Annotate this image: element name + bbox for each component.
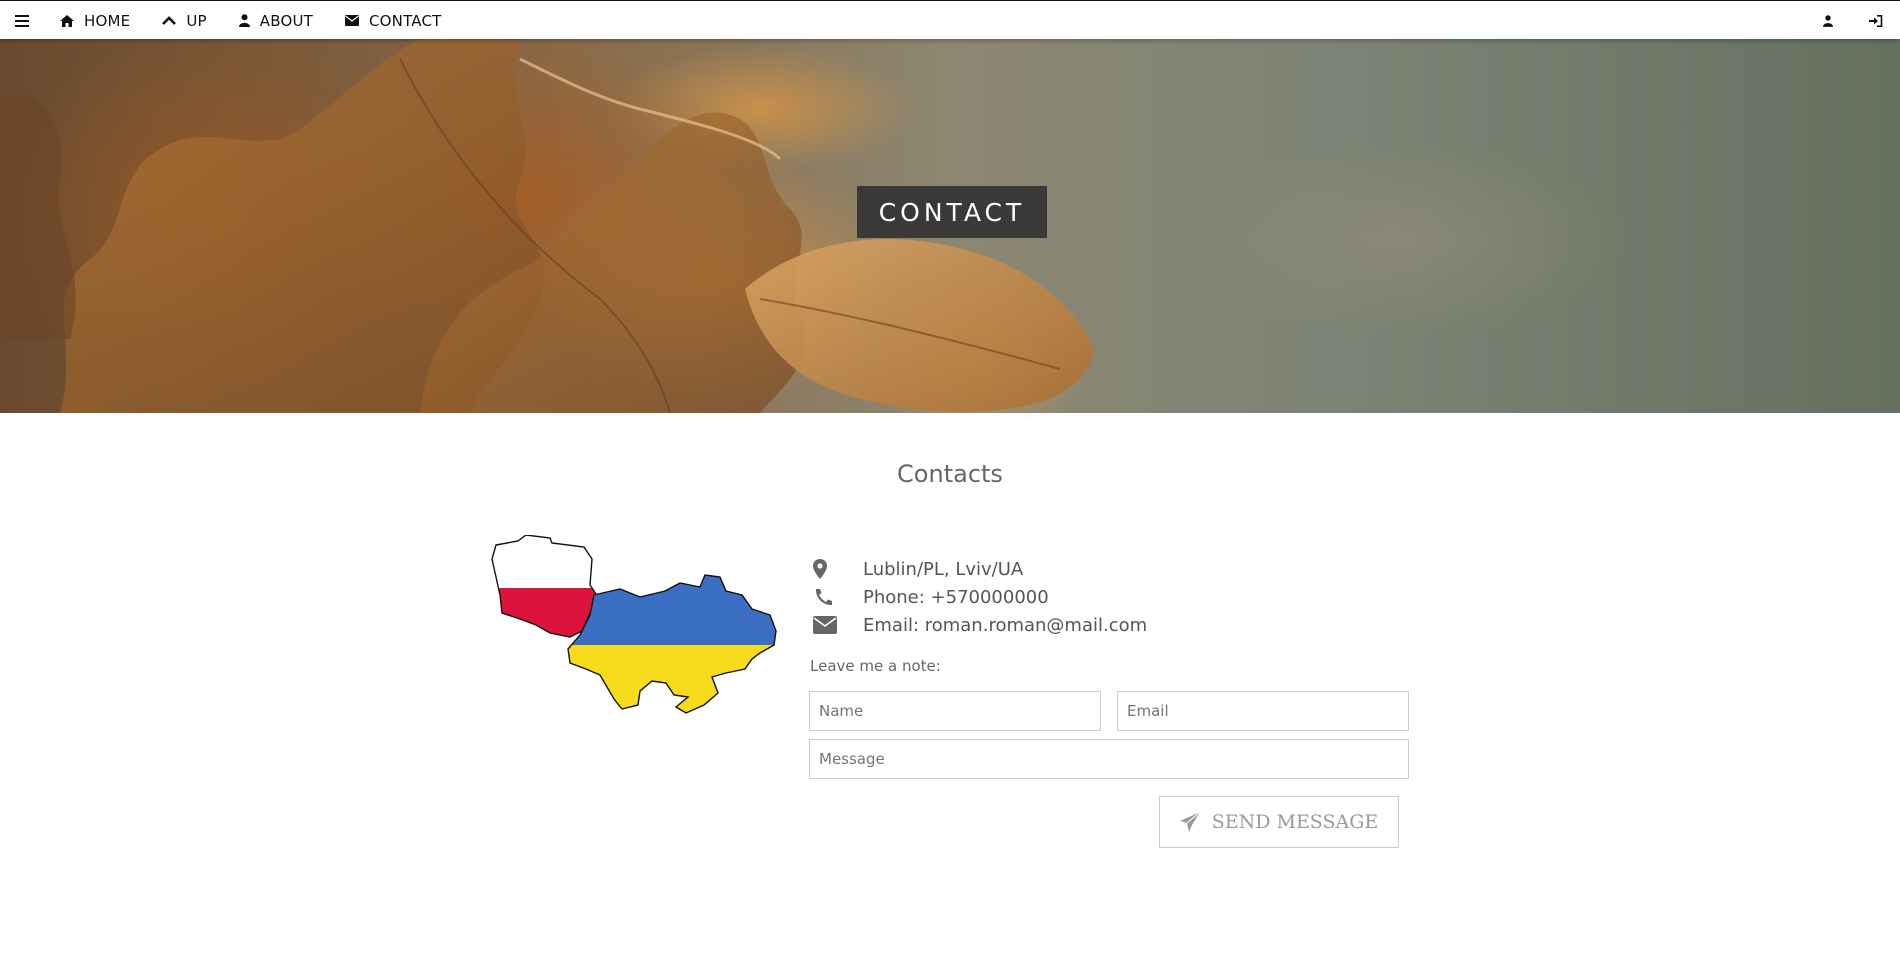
note-label: Leave me a note:: [810, 657, 941, 675]
section-title: Contacts: [897, 460, 1003, 488]
user-icon: [238, 14, 250, 27]
nav-up[interactable]: UP: [146, 1, 222, 40]
home-icon: [60, 14, 74, 27]
location-row: Lublin/PL, Lviv/UA: [810, 555, 1147, 583]
nav-about-label: ABOUT: [259, 11, 313, 30]
nav-home[interactable]: HOME: [44, 1, 146, 40]
email-input[interactable]: [1117, 691, 1409, 731]
nav-about[interactable]: ABOUT: [223, 1, 329, 40]
nav-up-label: UP: [186, 11, 207, 30]
hamburger-icon: [15, 14, 29, 27]
send-message-button[interactable]: SEND MESSAGE: [1159, 796, 1399, 848]
poland-ukraine-flag-map-image: [491, 535, 777, 714]
envelope-icon: [345, 15, 359, 26]
location-text: Lublin/PL, Lviv/UA: [863, 558, 1024, 580]
top-navbar: HOME UP ABOUT CONTACT: [0, 0, 1900, 39]
account-button[interactable]: [1804, 1, 1852, 40]
contact-info: Lublin/PL, Lviv/UA Phone: +570000000 Ema…: [810, 555, 1147, 639]
email-text: Email: roman.roman@mail.com: [863, 614, 1148, 636]
sign-in-icon: [1869, 14, 1883, 27]
map-marker-icon: [810, 559, 863, 579]
phone-row: Phone: +570000000: [810, 583, 1147, 611]
nav-contact-label: CONTACT: [369, 11, 442, 30]
nav-home-label: HOME: [84, 11, 131, 30]
nav-right: [1804, 1, 1900, 40]
nav-left: HOME UP ABOUT CONTACT: [0, 1, 458, 40]
hero-banner: CONTACT: [0, 39, 1900, 413]
nav-contact[interactable]: CONTACT: [329, 1, 458, 40]
paper-plane-icon: [1179, 812, 1200, 832]
phone-icon: [810, 588, 863, 606]
menu-toggle-button[interactable]: [0, 1, 44, 40]
sign-in-button[interactable]: [1852, 1, 1900, 40]
user-icon: [1823, 14, 1833, 27]
message-input[interactable]: [809, 739, 1409, 779]
phone-text: Phone: +570000000: [863, 586, 1049, 608]
name-input[interactable]: [809, 691, 1101, 731]
chevron-up-icon: [162, 15, 177, 25]
envelope-icon: [810, 616, 863, 634]
hero-title: CONTACT: [857, 186, 1047, 238]
email-row: Email: roman.roman@mail.com: [810, 611, 1147, 639]
send-message-label: SEND MESSAGE: [1211, 811, 1379, 833]
